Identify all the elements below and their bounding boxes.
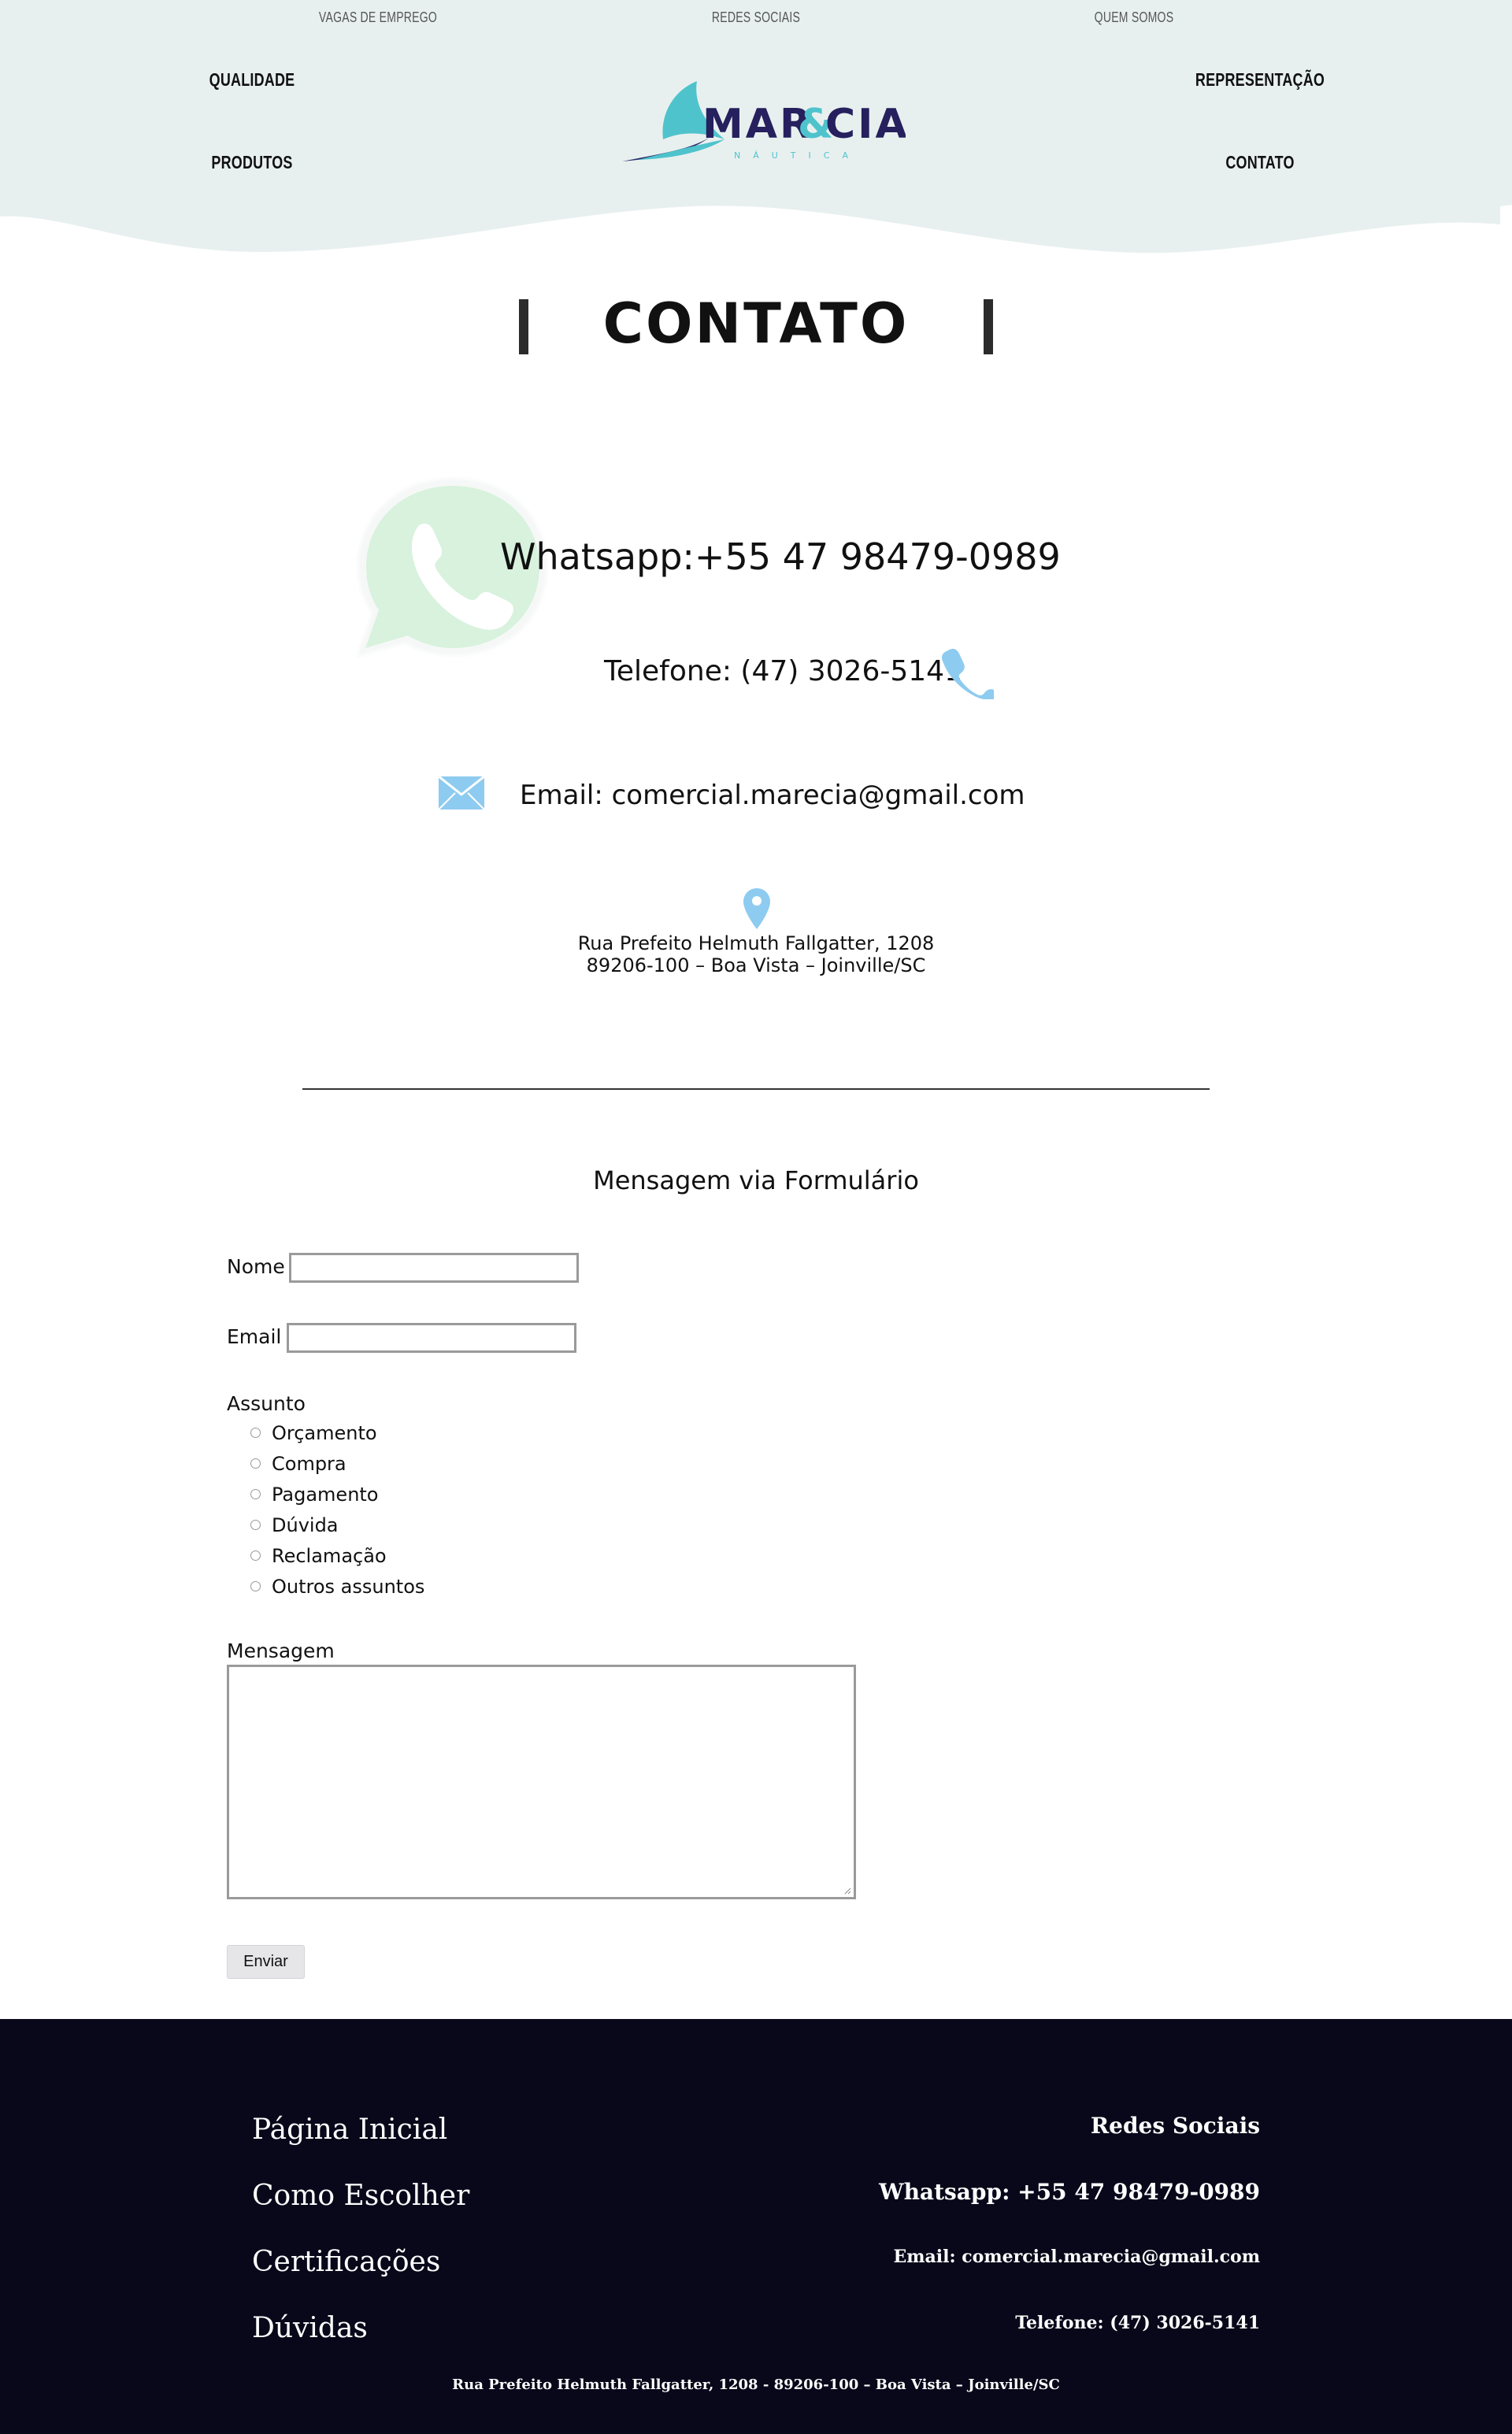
radio-option-orcamento[interactable]: Orçamento: [250, 1417, 424, 1448]
footer-telefone[interactable]: Telefone: (47) 3026-5141: [1015, 2313, 1260, 2333]
radio-option-pagamento[interactable]: Pagamento: [250, 1479, 424, 1510]
svg-text:NÁUTICA: NÁUTICA: [734, 150, 861, 161]
page-title-section: CONTATO: [0, 291, 1512, 362]
radio-button[interactable]: [250, 1550, 261, 1561]
footer-link-certificacoes[interactable]: Certificações: [252, 2246, 440, 2278]
nome-label: Nome: [227, 1255, 285, 1278]
email-label: Email: [227, 1325, 282, 1348]
footer-link-pagina-inicial[interactable]: Página Inicial: [252, 2114, 447, 2146]
footer-redes-sociais[interactable]: Redes Sociais: [1091, 2113, 1260, 2139]
radio-option-duvida[interactable]: Dúvida: [250, 1510, 424, 1540]
nav-quem-somos[interactable]: QUEM SOMOS: [1095, 9, 1174, 26]
radio-label: Orçamento: [272, 1421, 377, 1444]
resize-grip-icon[interactable]: [843, 1887, 851, 1895]
assunto-radio-group: Orçamento Compra Pagamento Dúvida Reclam…: [250, 1417, 424, 1602]
radio-label: Reclamação: [272, 1544, 387, 1567]
phone-icon: [942, 648, 994, 699]
email-input[interactable]: [287, 1323, 576, 1353]
svg-text:CIA: CIA: [825, 101, 906, 148]
form-title: Mensagem via Formulário: [593, 1165, 919, 1195]
radio-button[interactable]: [250, 1489, 261, 1499]
footer-whatsapp[interactable]: Whatsapp: +55 47 98479-0989: [879, 2179, 1260, 2205]
enviar-button[interactable]: Enviar: [227, 1945, 305, 1979]
site-header: VAGAS DE EMPREGO REDES SOCIAIS QUEM SOMO…: [0, 0, 1512, 268]
radio-option-compra[interactable]: Compra: [250, 1448, 424, 1479]
mensagem-label: Mensagem: [227, 1639, 335, 1662]
nav-contato[interactable]: CONTATO: [1225, 152, 1294, 173]
address-line-1: Rua Prefeito Helmuth Fallgatter, 1208: [577, 932, 935, 954]
page-title: CONTATO: [602, 291, 910, 356]
marecia-logo[interactable]: MAR & CIA NÁUTICA: [614, 75, 906, 169]
nav-qualidade[interactable]: QUALIDADE: [209, 69, 295, 91]
svg-text:MAR: MAR: [702, 101, 813, 148]
nome-input[interactable]: [289, 1253, 579, 1283]
nav-produtos[interactable]: PRODUTOS: [211, 152, 292, 173]
radio-button[interactable]: [250, 1428, 261, 1438]
telefone-text[interactable]: Telefone: (47) 3026-5141: [604, 655, 962, 687]
envelope-icon: [438, 776, 485, 810]
radio-button[interactable]: [250, 1458, 261, 1469]
radio-label: Pagamento: [272, 1483, 379, 1506]
radio-button[interactable]: [250, 1520, 261, 1530]
nav-redes-sociais[interactable]: REDES SOCIAIS: [712, 9, 800, 26]
footer-link-como-escolher[interactable]: Como Escolher: [252, 2180, 469, 2212]
location-pin-icon: [743, 888, 770, 929]
nav-representacao[interactable]: REPRESENTAÇÃO: [1195, 69, 1325, 91]
email-text[interactable]: Email: comercial.marecia@gmail.com: [520, 780, 1025, 811]
assunto-label: Assunto: [227, 1392, 306, 1415]
nav-vagas-de-emprego[interactable]: VAGAS DE EMPREGO: [319, 9, 437, 26]
radio-label: Outros assuntos: [272, 1575, 425, 1598]
footer-link-duvidas[interactable]: Dúvidas: [252, 2312, 368, 2344]
radio-button[interactable]: [250, 1581, 261, 1591]
footer-address: Rua Prefeito Helmuth Fallgatter, 1208 - …: [452, 2377, 1060, 2393]
radio-label: Compra: [272, 1452, 346, 1475]
radio-option-outros-assuntos[interactable]: Outros assuntos: [250, 1571, 424, 1602]
section-divider: [302, 1088, 1210, 1090]
title-right-bar: [984, 299, 993, 354]
radio-option-reclamacao[interactable]: Reclamação: [250, 1540, 424, 1571]
mensagem-textarea[interactable]: [227, 1665, 856, 1899]
address-line-2: 89206-100 – Boa Vista – Joinville/SC: [586, 954, 926, 976]
title-left-bar: [519, 299, 528, 354]
site-footer: [0, 2019, 1512, 2434]
whatsapp-text[interactable]: Whatsapp:+55 47 98479-0989: [500, 535, 1061, 578]
footer-email[interactable]: Email: comercial.marecia@gmail.com: [893, 2247, 1260, 2267]
radio-label: Dúvida: [272, 1513, 339, 1536]
